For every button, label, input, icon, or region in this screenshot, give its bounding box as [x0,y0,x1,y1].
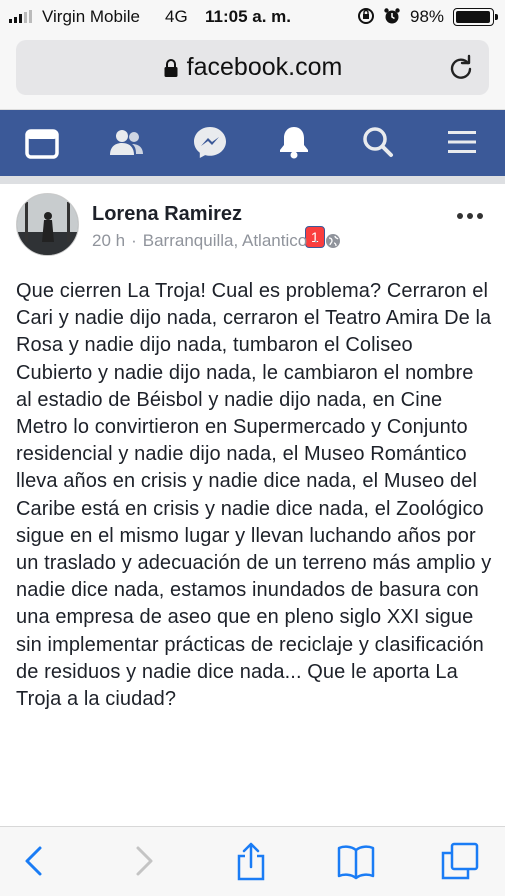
feed-divider [0,176,505,184]
notifications-icon[interactable] [274,122,314,162]
tabs-icon[interactable] [440,841,480,881]
messenger-icon[interactable] [190,122,230,162]
bookmarks-icon[interactable] [336,841,376,881]
back-icon[interactable] [14,841,54,881]
friend-requests-icon[interactable] [106,122,146,162]
news-feed-icon[interactable] [22,122,62,162]
signal-icon [9,10,32,23]
meta-separator: · [131,231,137,250]
reload-icon[interactable] [447,54,475,82]
clock: 11:05 a. m. [205,7,292,26]
post-author[interactable]: Lorena Ramirez [92,203,242,226]
post-text: Que cierren La Troja! Cual es problema? … [16,280,492,711]
avatar-photo [17,194,78,255]
post-meta: 20 h · Barranquilla, Atlantico · [92,231,341,251]
post-location[interactable]: Barranquilla, Atlantico [143,231,307,251]
forward-icon[interactable] [124,841,164,881]
menu-icon[interactable] [442,122,482,162]
browser-toolbar [0,826,505,896]
alarm-icon [384,8,400,24]
browser-address-area: facebook.com [0,34,505,110]
url-text: facebook.com [186,53,343,81]
post-time[interactable]: 20 h [92,231,125,251]
network-label: 4G [165,7,188,26]
avatar[interactable] [16,193,79,256]
meta-separator: · [313,231,319,250]
share-icon[interactable] [231,841,271,881]
address-bar[interactable]: facebook.com [16,40,489,95]
search-icon[interactable] [358,122,398,162]
status-bar: Virgin Mobile 4G 11:05 a. m. 98% [0,0,505,34]
globe-icon [325,234,340,248]
facebook-nav-bar: 9+ 1 [0,110,505,248]
padlock-icon [164,58,178,77]
rotation-lock-icon [358,8,374,24]
post-options-button[interactable] [457,206,487,226]
carrier-label: Virgin Mobile [42,7,140,26]
battery-icon [453,8,498,26]
battery-percent: 98% [410,7,445,26]
